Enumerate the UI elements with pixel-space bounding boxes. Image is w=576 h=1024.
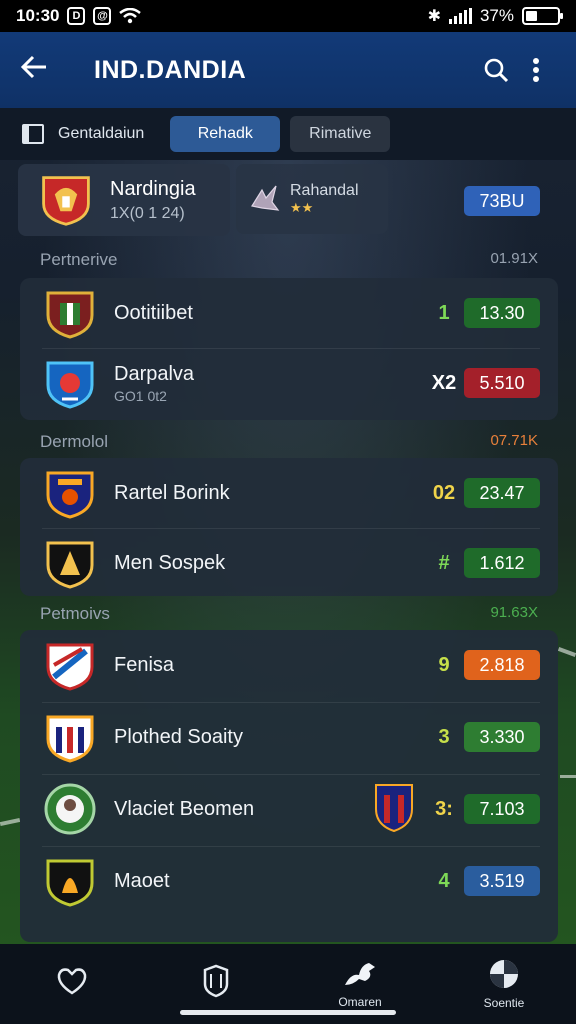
vibrate-icon: ✱ [427, 8, 441, 25]
section-header: Pertnerive 01.91X [40, 250, 538, 270]
pitch-line [560, 775, 576, 778]
odds-button[interactable]: 13.30 [464, 298, 540, 328]
featured-odds-button[interactable]: 73BU [464, 186, 540, 216]
section-panel: Ootitiibet 1 13.30 Darpalva GO1 0t2 X2 5… [20, 278, 558, 420]
signal-icon [448, 8, 472, 24]
match-row[interactable]: Vlaciet Beomen 3: 7.103 [20, 774, 558, 844]
nav-item-favorites[interactable] [0, 944, 144, 1024]
dragon-icon [345, 963, 375, 985]
pitch-line [0, 817, 21, 827]
status-bar: 10:30 D @ ✱ 37% [0, 0, 576, 32]
back-arrow-icon[interactable] [20, 53, 60, 87]
team-subtext: GO1 0t2 [114, 387, 167, 404]
battery-icon [522, 7, 563, 25]
app-bar: IND.DANDIA [0, 32, 576, 108]
team-crest-icon [42, 637, 98, 693]
team-crest-icon [42, 285, 98, 341]
odds-button[interactable]: 1.612 [464, 548, 540, 578]
match-row[interactable]: Rartel Borink 02 23.47 [20, 458, 558, 528]
odds-button[interactable]: 2.818 [464, 650, 540, 680]
section-percent: 91.63X [490, 604, 538, 621]
odds-button[interactable]: 5.510 [464, 368, 540, 398]
book-icon [22, 124, 44, 144]
section-header: Petmoivs 91.63X [40, 604, 538, 624]
griffin-icon [251, 185, 280, 211]
team-name-block: Darpalva GO1 0t2 [114, 363, 424, 404]
home-indicator [180, 1010, 396, 1015]
team-crest-icon [38, 172, 94, 228]
odds-button[interactable]: 3.519 [464, 866, 540, 896]
match-rank: 4 [438, 869, 450, 892]
nav-label: Omaren [338, 995, 382, 1009]
page-title: IND.DANDIA [94, 55, 247, 84]
team-crest-icon [42, 355, 98, 411]
section-title: Pertnerive [40, 250, 118, 269]
tab-rehadk[interactable]: Rehadk [170, 116, 281, 152]
shield-icon [203, 964, 229, 998]
section-header: Dermolol 07.71K [40, 432, 538, 452]
match-rank: X2 [431, 371, 457, 394]
match-rank: 1 [438, 301, 450, 324]
tab-general[interactable]: Gentaldaiun [54, 116, 160, 152]
match-rank: 3 [438, 725, 450, 748]
tab-rimative[interactable]: Rimative [290, 116, 391, 152]
section-panel: Fenisa 9 2.818 Plothed Soaity 3 3.330 Vl… [20, 630, 558, 942]
nav-item-soentie[interactable]: Soentie [432, 944, 576, 1024]
match-row[interactable]: Fenisa 9 2.818 [20, 630, 558, 700]
section-percent: 01.91X [490, 250, 538, 267]
secondary-team-name: Rahandal [290, 182, 359, 199]
match-rank: # [438, 551, 450, 574]
notification-icon: D [67, 7, 86, 25]
section-title: Petmoivs [40, 604, 110, 623]
team-name: Rartel Borink [114, 481, 230, 504]
team-name: Vlaciet Beomen [114, 797, 255, 820]
match-rank: 3: [435, 797, 453, 820]
section-percent: 07.71K [490, 432, 538, 449]
team-name: Darpalva [114, 362, 195, 385]
team-crest-icon [42, 709, 98, 765]
odds-button[interactable]: 7.103 [464, 794, 540, 824]
featured-score: 1X(0 1 24) [110, 204, 185, 222]
shield-heart-icon [57, 968, 87, 995]
app-notification-icon: @ [93, 7, 112, 25]
featured-secondary-card[interactable]: Rahandal ★★ [236, 164, 388, 234]
team-name: Maoet [114, 869, 170, 892]
match-rank: 02 [432, 481, 456, 504]
section-title: Dermolol [40, 432, 109, 451]
match-row[interactable]: Darpalva GO1 0t2 X2 5.510 [20, 348, 558, 418]
team-crest-icon [42, 535, 98, 591]
odds-button[interactable]: 23.47 [464, 478, 540, 508]
team-crest-icon [42, 853, 98, 909]
more-vert-icon[interactable] [516, 50, 556, 90]
rating-stars: ★★ [290, 200, 314, 215]
status-time: 10:30 [16, 6, 60, 25]
opponent-crest-icon [372, 781, 416, 838]
team-crest-icon [42, 465, 98, 521]
ball-icon [490, 960, 518, 988]
search-icon[interactable] [476, 50, 516, 90]
match-row[interactable]: Ootitiibet 1 13.30 [20, 278, 558, 348]
pitch-line [557, 647, 576, 657]
section-panel: Rartel Borink 02 23.47 Men Sospek # 1.61… [20, 458, 558, 596]
featured-match-card[interactable]: Nardingia 1X(0 1 24) [18, 164, 230, 236]
team-crest-icon [42, 781, 98, 837]
odds-button[interactable]: 3.330 [464, 722, 540, 752]
battery-percent: 37% [479, 6, 514, 25]
team-name: Ootitiibet [114, 301, 193, 324]
team-name: Men Sospek [114, 551, 226, 574]
featured-team-name: Nardingia [110, 177, 196, 200]
wifi-icon [119, 8, 142, 24]
match-rank: 9 [438, 653, 450, 676]
nav-label: Soentie [483, 996, 525, 1010]
tab-bar: Gentaldaiun Rehadk Rimative [0, 108, 576, 160]
match-row[interactable]: Plothed Soaity 3 3.330 [20, 702, 558, 772]
match-row[interactable]: Men Sospek # 1.612 [20, 528, 558, 598]
match-row[interactable]: Maoet 4 3.519 [20, 846, 558, 916]
team-name: Plothed Soaity [114, 725, 243, 748]
team-name: Fenisa [114, 653, 175, 676]
